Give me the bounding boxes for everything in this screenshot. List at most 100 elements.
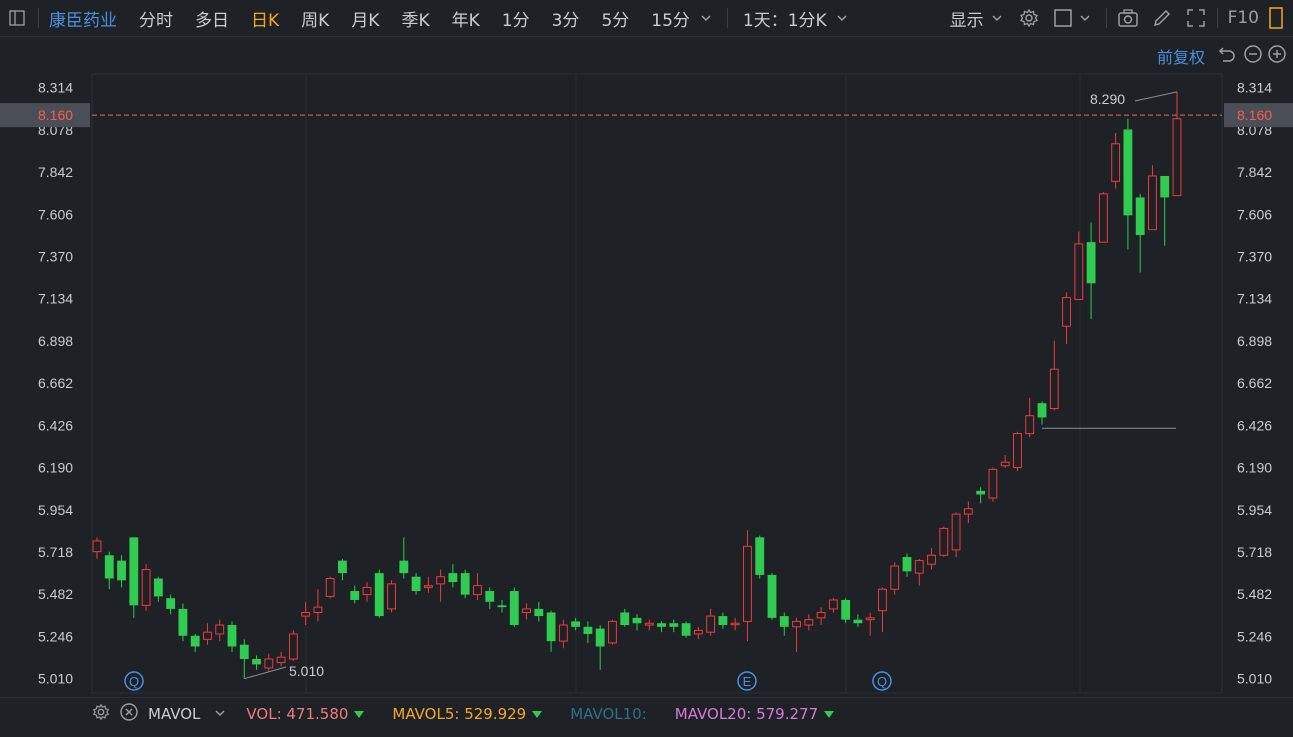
candle-body (153, 578, 163, 597)
candle-body (215, 624, 225, 635)
candle-body (1123, 129, 1133, 216)
candle-body (583, 626, 593, 634)
y-tick-label-left: 5.482 (38, 586, 73, 602)
candle-body (669, 623, 679, 627)
candle-body (620, 612, 630, 626)
candle-body (1172, 118, 1182, 197)
gear-icon[interactable] (92, 703, 110, 725)
candle-body (779, 616, 789, 627)
y-tick-label-left: 7.370 (38, 248, 73, 264)
y-tick-label-right: 6.426 (1237, 417, 1272, 433)
candle-body (313, 606, 323, 613)
candle-body (890, 565, 900, 590)
mavol20-value: MAVOL20: 579.277 (674, 705, 835, 723)
candle-body (755, 537, 765, 575)
candle-body (988, 468, 998, 499)
candle-body (951, 513, 961, 551)
candle-body (963, 508, 973, 515)
candle-body (1037, 403, 1047, 418)
y-tick-label-right: 6.190 (1237, 460, 1272, 476)
y-tick-label-right: 5.718 (1237, 544, 1272, 560)
candle-body (1135, 197, 1145, 236)
candle-body (1098, 193, 1108, 243)
candle-body (117, 560, 126, 581)
event-marker-label: Q (877, 674, 887, 689)
candle-body (288, 633, 298, 660)
candle-body (522, 608, 531, 613)
candle-body (571, 621, 581, 627)
y-tick-label-right: 6.898 (1237, 333, 1272, 349)
candle-body (939, 527, 949, 556)
y-tick-label-right: 7.134 (1237, 291, 1272, 307)
candle-body (767, 574, 777, 618)
candle-body (1148, 175, 1157, 231)
event-marker-label: Q (129, 674, 139, 689)
min-label-leader (244, 666, 287, 680)
candle-body (1025, 415, 1035, 435)
candle-body (534, 608, 544, 617)
y-tick-label-right: 5.246 (1237, 628, 1272, 644)
candle-body (252, 659, 261, 665)
candle-body (841, 599, 851, 620)
chevron-down-icon[interactable] (214, 705, 226, 723)
candle-body (976, 490, 986, 495)
y-tick-label-left: 6.898 (38, 333, 73, 349)
min-price-label: 5.010 (289, 663, 324, 679)
y-tick-label-right: 8.314 (1237, 80, 1272, 96)
y-tick-label-right: 5.010 (1237, 671, 1272, 687)
candle-body (92, 540, 102, 553)
y-tick-label-left: 5.010 (38, 671, 73, 687)
vol-text: VOL: 471.580 (246, 705, 349, 723)
candle-body (706, 615, 716, 633)
mavol5-text: MAVOL5: 529.929 (392, 705, 527, 723)
candle-body (865, 617, 875, 621)
candle-body (276, 656, 286, 664)
vol-value: VOL: 471.580 (246, 705, 365, 723)
mavol20-text: MAVOL20: 579.277 (674, 705, 819, 723)
down-arrow-icon (824, 711, 835, 718)
candle-body (387, 583, 396, 610)
candle-body (374, 573, 384, 617)
candle-body (1074, 243, 1084, 300)
y-tick-label-left: 5.246 (38, 628, 73, 644)
candle-body (1062, 297, 1071, 327)
candle-body (411, 576, 421, 592)
candle-body (190, 635, 200, 647)
close-icon[interactable] (120, 703, 138, 725)
down-arrow-icon (532, 711, 543, 718)
event-marker-label: E (743, 674, 752, 689)
candle-body (301, 611, 311, 617)
candle-body (338, 560, 347, 574)
mavol10-value: MAVOL10: (570, 705, 647, 723)
candle-body (743, 545, 752, 622)
y-tick-label-right: 5.954 (1237, 502, 1272, 518)
mavol10-text: MAVOL10: (570, 705, 647, 723)
candle-body (718, 616, 728, 626)
y-tick-label-left: 8.314 (38, 80, 73, 96)
candle-body (436, 576, 446, 585)
down-arrow-icon (354, 711, 365, 718)
candle-body (141, 569, 151, 606)
candle-body (325, 578, 335, 597)
candle-body (1049, 368, 1059, 410)
candle-body (853, 619, 863, 624)
candle-body (460, 573, 470, 595)
y-tick-label-left: 7.842 (38, 164, 73, 180)
candle-body (828, 599, 838, 610)
y-tick-label-right: 7.370 (1237, 248, 1272, 264)
indicator-name[interactable]: MAVOL (148, 705, 200, 723)
candlestick-chart[interactable]: 8.314 8.3148.078 8.0787.842 7.8427.606 7.606… (0, 0, 1293, 697)
y-tick-label-left: 6.190 (38, 460, 73, 476)
y-tick-label-left: 7.134 (38, 291, 73, 307)
candle-body (264, 658, 274, 669)
candle-body (730, 622, 740, 626)
candle-body (816, 611, 826, 619)
candle-body (497, 605, 507, 608)
candle-body (657, 623, 666, 627)
candle-body (473, 585, 482, 596)
y-tick-label-left: 5.718 (38, 544, 73, 560)
y-tick-label-right: 6.662 (1237, 375, 1272, 391)
last-price-label-right: 8.160 (1237, 107, 1272, 123)
candle-body (681, 623, 691, 636)
candle-body (423, 585, 433, 588)
